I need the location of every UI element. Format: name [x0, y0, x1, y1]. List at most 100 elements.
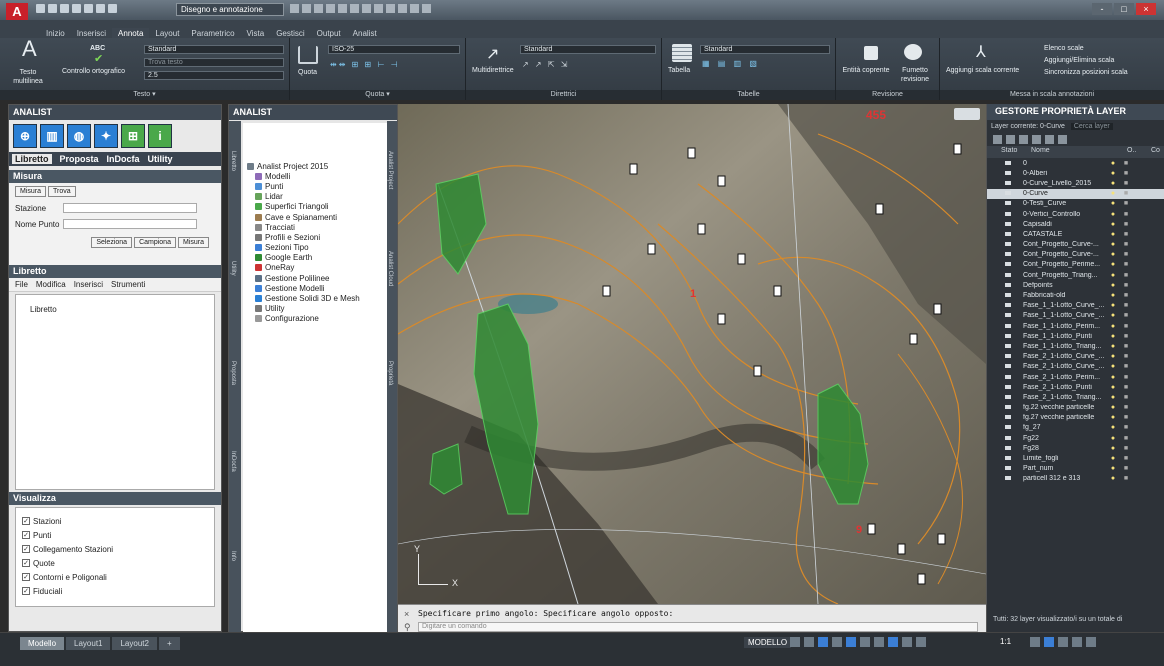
checkbox[interactable]: ✓: [22, 531, 30, 539]
layer-on-icon[interactable]: ●: [1105, 333, 1121, 340]
table-icon[interactable]: [672, 44, 692, 62]
visualizza-item[interactable]: ✓ Quote: [22, 556, 208, 570]
layer-on-icon[interactable]: ●: [1105, 424, 1121, 431]
vertical-tab[interactable]: Libretto: [230, 151, 236, 171]
ribbon-group-footer[interactable]: Direttrici: [466, 90, 661, 100]
layer-row[interactable]: 0 ● ■: [987, 158, 1164, 168]
column-header[interactable]: Nome: [1031, 147, 1117, 157]
layer-status-icon[interactable]: [987, 374, 1011, 381]
selection-cycle-icon[interactable]: [888, 637, 898, 647]
layer-color-icon[interactable]: ■: [1121, 292, 1131, 299]
tool-icon[interactable]: [326, 4, 335, 13]
tool-icon[interactable]: [290, 4, 299, 13]
layer-status-icon[interactable]: [987, 180, 1011, 187]
command-close-icon[interactable]: ×: [404, 609, 409, 619]
tree-item[interactable]: Utility: [247, 304, 383, 314]
tree-item[interactable]: Analist Project 2015: [247, 161, 383, 171]
tool-icon[interactable]: [398, 4, 407, 13]
new-layer-icon[interactable]: [993, 135, 1002, 144]
polar-toggle-icon[interactable]: [832, 637, 842, 647]
layer-on-icon[interactable]: ●: [1105, 241, 1121, 248]
layer-on-icon[interactable]: ●: [1105, 374, 1121, 381]
layer-color-icon[interactable]: ■: [1121, 353, 1131, 360]
ribbon-group-footer[interactable]: Quota ▾: [290, 90, 465, 100]
checkbox[interactable]: ✓: [22, 587, 30, 595]
tree-item[interactable]: Superfici Triangoli: [247, 202, 383, 212]
tree-item[interactable]: Profili e Sezioni: [247, 232, 383, 242]
saveas-icon[interactable]: [72, 4, 81, 13]
layer-color-icon[interactable]: ■: [1121, 221, 1131, 228]
layer-color-icon[interactable]: ■: [1121, 323, 1131, 330]
visualizza-item[interactable]: ✓ Collegamento Stazioni: [22, 542, 208, 556]
tree-item[interactable]: Sezioni Tipo: [247, 243, 383, 253]
multileader-icon[interactable]: ↗: [486, 44, 499, 64]
layer-on-icon[interactable]: ●: [1105, 455, 1121, 462]
layer-color-icon[interactable]: ■: [1121, 312, 1131, 319]
drawing-viewport[interactable]: 455 1 9 Y X: [398, 104, 986, 604]
vertical-tab[interactable]: Analist Cloud: [387, 251, 393, 286]
vertical-tab[interactable]: InDocfa: [230, 451, 236, 472]
revcloud-icon[interactable]: [904, 44, 922, 60]
misura-button[interactable]: Misura: [177, 237, 209, 248]
libretto-header[interactable]: Libretto: [9, 265, 221, 278]
layer-color-icon[interactable]: ■: [1121, 455, 1131, 462]
tool-icon[interactable]: [386, 4, 395, 13]
layer-on-icon[interactable]: ●: [1105, 435, 1121, 442]
tree-item[interactable]: Gestione Modelli: [247, 283, 383, 293]
nome-punto-input[interactable]: [63, 219, 197, 229]
left-tab[interactable]: InDocfa: [107, 154, 140, 164]
layer-row[interactable]: Limite_fogli ● ■: [987, 453, 1164, 463]
layer-color-icon[interactable]: ■: [1121, 180, 1131, 187]
save-icon[interactable]: [60, 4, 69, 13]
checkbox[interactable]: ✓: [22, 573, 30, 581]
layer-row[interactable]: 0-Testi_Curve ● ■: [987, 199, 1164, 209]
sync-scale-button[interactable]: Sincronizza posizioni scala: [1044, 68, 1128, 77]
layer-color-icon[interactable]: ■: [1121, 272, 1131, 279]
tree-item[interactable]: Google Earth: [247, 253, 383, 263]
vertical-tab[interactable]: Info: [230, 551, 236, 561]
delete-layer-icon[interactable]: [1019, 135, 1028, 144]
model-space-button[interactable]: MODELLO: [744, 637, 792, 648]
layer-row[interactable]: 0-Vertici_Controllo ● ■: [987, 209, 1164, 219]
layer-status-icon[interactable]: [987, 261, 1011, 268]
layer-status-icon[interactable]: [987, 302, 1011, 309]
layer-row[interactable]: Fase_2_1-Lotto_Triang... ● ■: [987, 392, 1164, 402]
layer-status-icon[interactable]: [987, 211, 1011, 218]
layout-tab[interactable]: Layout1: [66, 637, 111, 650]
subtab-misura[interactable]: Misura: [15, 186, 47, 197]
tree-item[interactable]: Configurazione: [247, 314, 383, 324]
leader-tools-icon[interactable]: ↗ ↗ ⇱ ⇲: [522, 60, 569, 69]
layer-status-icon[interactable]: [987, 394, 1011, 401]
layer-row[interactable]: Fase_1_1-Lotto_Curve_... ● ■: [987, 301, 1164, 311]
layer-status-icon[interactable]: [987, 170, 1011, 177]
layer-status-icon[interactable]: [987, 475, 1011, 482]
multileader-button[interactable]: Multidirettrice: [472, 66, 514, 75]
leader-style-select[interactable]: Standard: [520, 45, 656, 54]
viewcube-icon[interactable]: [954, 108, 980, 120]
layer-on-icon[interactable]: ●: [1105, 180, 1121, 187]
layer-color-icon[interactable]: ■: [1121, 160, 1131, 167]
isolate-icon[interactable]: [1044, 637, 1054, 647]
add-scale-icon[interactable]: ⅄: [976, 42, 986, 62]
layer-row[interactable]: particell 312 e 313 ● ■: [987, 474, 1164, 484]
layer-color-icon[interactable]: ■: [1121, 241, 1131, 248]
layer-on-icon[interactable]: ●: [1105, 445, 1121, 452]
workspace-dropdown[interactable]: Disegno e annotazione: [176, 3, 284, 16]
workspace-switch-icon[interactable]: [1030, 637, 1040, 647]
layer-status-icon[interactable]: [987, 353, 1011, 360]
layer-on-icon[interactable]: ●: [1105, 475, 1121, 482]
campiona-button[interactable]: Campiona: [134, 237, 176, 248]
layer-status-icon[interactable]: [987, 435, 1011, 442]
tree-item[interactable]: Modelli: [247, 171, 383, 181]
layer-row[interactable]: Fase_1_1-Lotto_Punti ● ■: [987, 331, 1164, 341]
annotation-scale[interactable]: 1:1: [1000, 637, 1011, 646]
layer-row[interactable]: Cont_Progetto_Curve-... ● ■: [987, 250, 1164, 260]
layer-on-icon[interactable]: ●: [1105, 231, 1121, 238]
menu-item[interactable]: Modifica: [36, 280, 66, 289]
layer-color-icon[interactable]: ■: [1121, 374, 1131, 381]
layer-color-icon[interactable]: ■: [1121, 404, 1131, 411]
tool-icon[interactable]: [350, 4, 359, 13]
layer-on-icon[interactable]: ●: [1105, 414, 1121, 421]
layer-status-icon[interactable]: [987, 221, 1011, 228]
scale-list-button[interactable]: Elenco scale: [1044, 44, 1084, 53]
